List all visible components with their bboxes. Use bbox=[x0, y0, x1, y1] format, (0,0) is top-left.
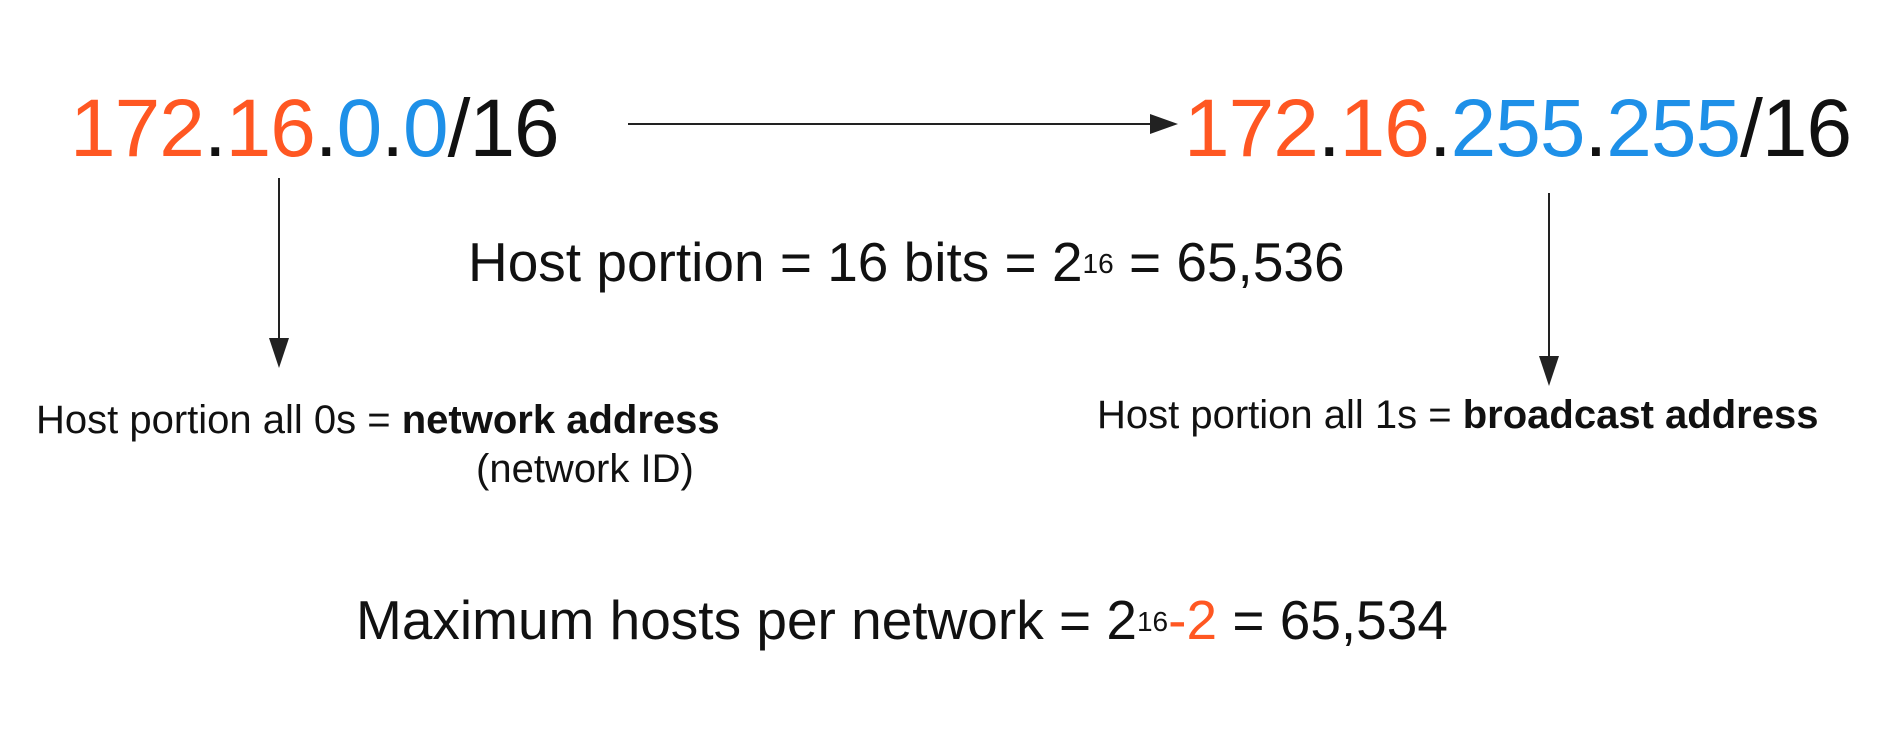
horizontal-arrowhead bbox=[1150, 114, 1178, 134]
right-down-arrowhead bbox=[1539, 356, 1559, 386]
max-hosts-minus-two: -2 bbox=[1168, 589, 1218, 651]
max-hosts-result: = 65,534 bbox=[1217, 589, 1448, 651]
broadcast-note-prefix: Host portion all 1s = bbox=[1097, 393, 1463, 437]
network-id-note: (network ID) bbox=[476, 447, 694, 491]
broadcast-address-note: Host portion all 1s = broadcast address bbox=[1097, 392, 1818, 438]
broadcast-note-bold: broadcast address bbox=[1462, 393, 1819, 437]
network-note-prefix: Host portion all 0s = bbox=[36, 398, 402, 442]
host-portion-exponent: 16 bbox=[1082, 248, 1114, 279]
network-note-bold: network address bbox=[401, 398, 720, 442]
host-portion-formula: Host portion = 16 bits = 216 = 65,536 bbox=[468, 230, 1345, 304]
left-down-arrowhead bbox=[269, 338, 289, 368]
host-portion-text: Host portion = 16 bits = 2 bbox=[468, 231, 1083, 293]
max-hosts-formula: Maximum hosts per network = 216-2 = 65,5… bbox=[356, 588, 1448, 662]
max-hosts-text: Maximum hosts per network = 2 bbox=[356, 589, 1137, 651]
network-address-note: Host portion all 0s = network address bbox=[36, 397, 720, 443]
max-hosts-exponent: 16 bbox=[1136, 606, 1169, 637]
host-portion-result: = 65,536 bbox=[1113, 231, 1345, 293]
